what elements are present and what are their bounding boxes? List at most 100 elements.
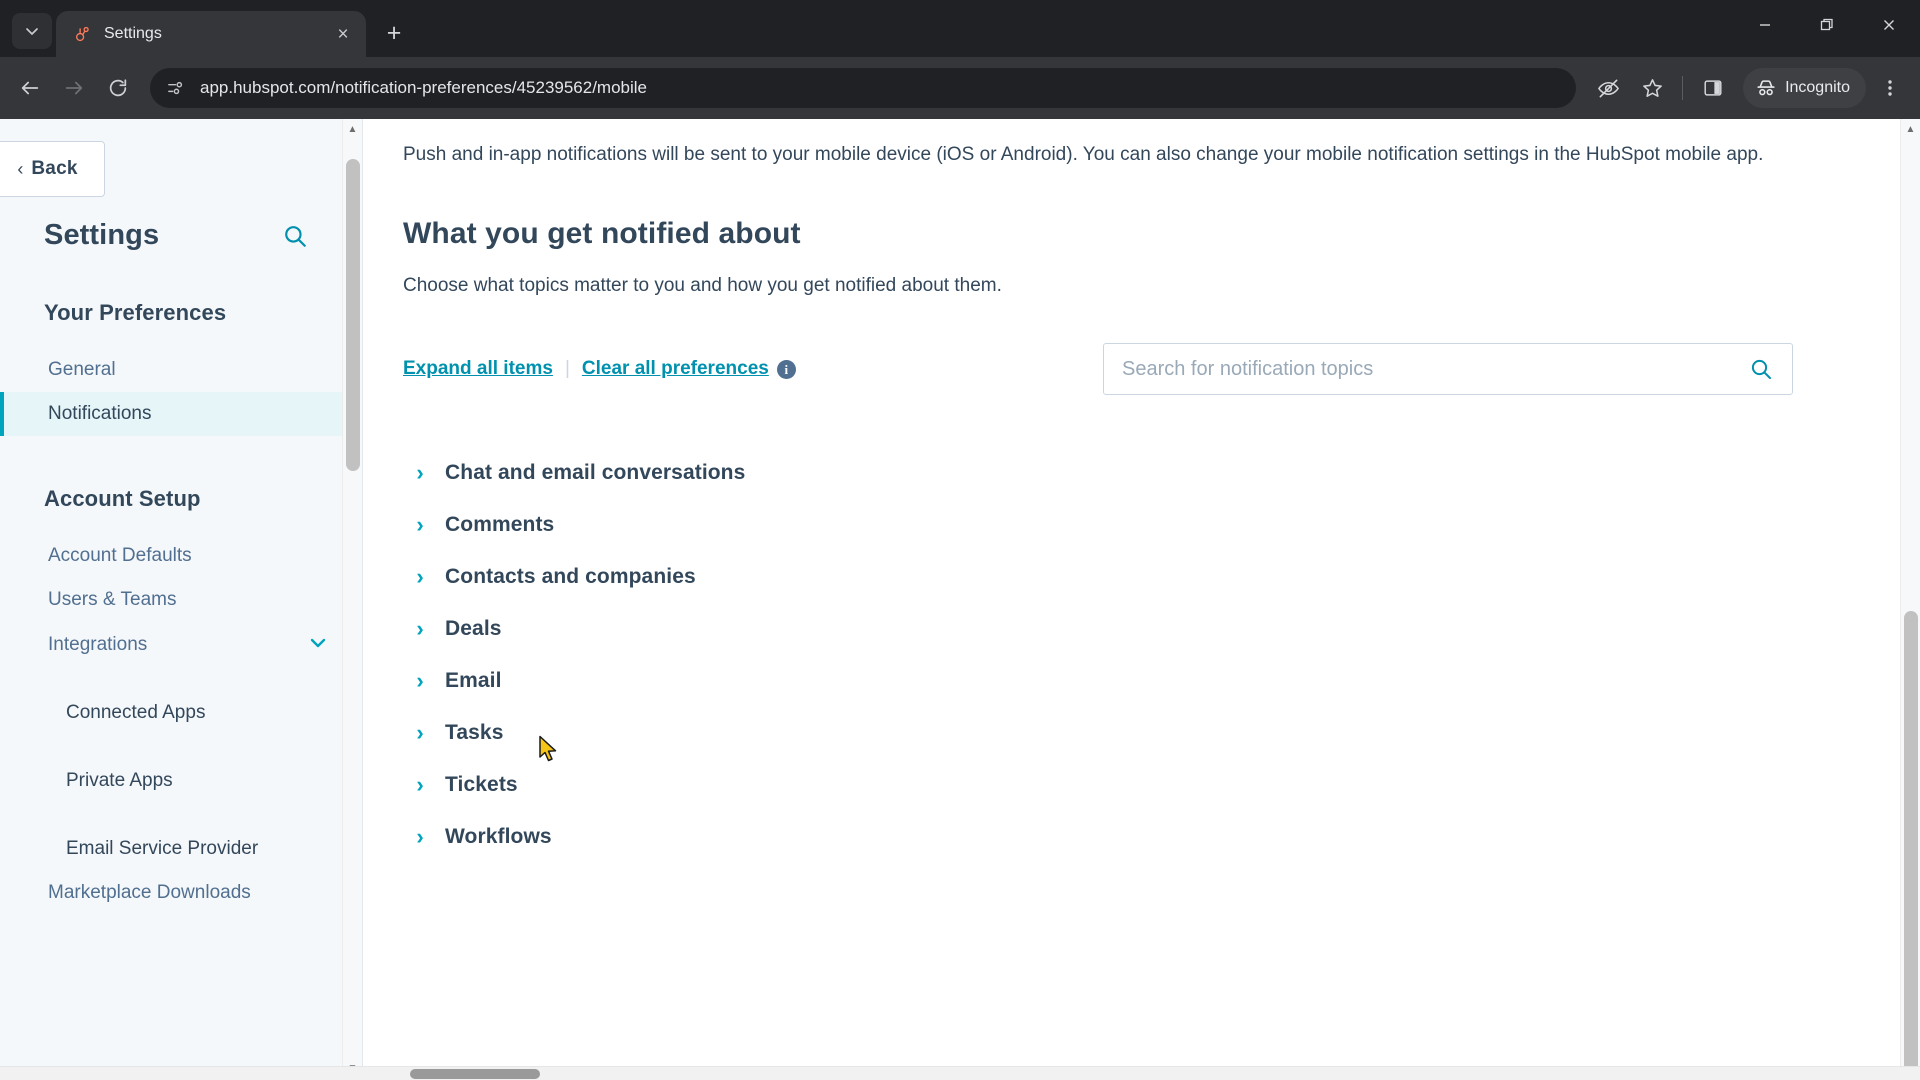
accordion-item-tasks[interactable]: › Tasks (403, 707, 1843, 759)
clear-all-preferences-link[interactable]: Clear all preferences (582, 358, 769, 380)
chevron-right-icon[interactable]: › (411, 670, 429, 692)
sidebar-scroll-track[interactable] (343, 141, 362, 1058)
incognito-label: Incognito (1785, 79, 1850, 97)
accordion-item-email[interactable]: › Email (403, 655, 1843, 707)
accordion-item-deals[interactable]: › Deals (403, 603, 1843, 655)
accordion-item-comments[interactable]: › Comments (403, 499, 1843, 551)
page-scrollbar[interactable]: ▲ (1900, 119, 1920, 1080)
scroll-up-arrow-icon[interactable]: ▲ (348, 119, 358, 141)
sidebar-item-label: Email Service Provider (66, 838, 258, 860)
back-button[interactable]: ‹ Back (0, 141, 105, 197)
search-icon[interactable] (280, 221, 310, 251)
sidebar-item-label: Private Apps (66, 770, 173, 792)
chevron-right-icon[interactable]: › (411, 462, 429, 484)
search-input[interactable] (1122, 358, 1738, 381)
accordion-item-label: Email (445, 669, 502, 693)
intro-paragraph: Push and in-app notifications will be se… (403, 119, 1803, 169)
accordion-item-workflows[interactable]: › Workflows (403, 811, 1843, 863)
chevron-right-icon[interactable]: › (411, 722, 429, 744)
sidebar-item-label: Users & Teams (48, 589, 176, 611)
sidebar-item-label: Notifications (48, 403, 152, 425)
browser-window: Settings × + (0, 0, 1920, 1080)
expand-all-items-link[interactable]: Expand all items (403, 358, 553, 380)
section-subheading: Choose what topics matter to you and how… (403, 275, 1843, 297)
info-icon[interactable]: i (777, 360, 796, 379)
url-text: app.hubspot.com/notification-preferences… (200, 78, 647, 98)
sidebar-item-label: Integrations (48, 634, 147, 656)
reload-icon[interactable] (98, 68, 138, 108)
chevron-right-icon[interactable]: › (411, 826, 429, 848)
sidebar-scrollbar[interactable]: ▲ ▼ (342, 119, 362, 1080)
sidebar-item-integrations[interactable]: Integrations (0, 622, 362, 667)
address-bar[interactable]: app.hubspot.com/notification-preferences… (150, 68, 1576, 108)
new-tab-button[interactable]: + (376, 15, 412, 51)
horizontal-scroll-thumb[interactable] (410, 1069, 540, 1079)
browser-tab[interactable]: Settings × (56, 11, 366, 57)
sidebar-scroll-thumb[interactable] (346, 159, 360, 471)
bulk-action-links: Expand all items | Clear all preferences… (403, 358, 796, 380)
sidebar-item-account-defaults[interactable]: Account Defaults (0, 534, 362, 578)
link-divider: | (565, 358, 570, 380)
accordion-item-label: Comments (445, 513, 554, 537)
main-content: Push and in-app notifications will be se… (363, 119, 1920, 1080)
page-scroll-track[interactable] (1901, 141, 1920, 1080)
window-controls (1734, 0, 1920, 50)
sidebar-item-notifications[interactable]: Notifications (0, 392, 362, 436)
minimize-icon[interactable] (1734, 0, 1796, 50)
chevron-left-icon: ‹ (17, 160, 23, 178)
accordion-item-label: Chat and email conversations (445, 461, 745, 485)
chevron-down-icon[interactable] (308, 633, 328, 656)
nav-group-account-setup: Account Setup Account Defaults Users & T… (0, 486, 362, 915)
main-scroll-area: Push and in-app notifications will be se… (363, 119, 1920, 1080)
accordion-item-chat-and-email-conversations[interactable]: › Chat and email conversations (403, 447, 1843, 499)
scroll-up-arrow-icon[interactable]: ▲ (1906, 119, 1916, 141)
back-nav-icon[interactable] (10, 68, 50, 108)
chevron-right-icon[interactable]: › (411, 514, 429, 536)
chevron-right-icon[interactable]: › (411, 618, 429, 640)
toolbar-divider (1682, 76, 1683, 100)
settings-sidebar: ‹ Back Settings Your Preferences General (0, 119, 363, 1080)
sidebar-item-private-apps[interactable]: Private Apps (0, 759, 362, 803)
sidebar-item-label: Marketplace Downloads (48, 882, 251, 904)
eye-slash-icon[interactable] (1588, 68, 1628, 108)
browser-toolbar: app.hubspot.com/notification-preferences… (0, 57, 1920, 119)
accordion-item-contacts-and-companies[interactable]: › Contacts and companies (403, 551, 1843, 603)
forward-nav-icon[interactable] (54, 68, 94, 108)
star-icon[interactable] (1632, 68, 1672, 108)
close-icon[interactable]: × (330, 21, 356, 47)
sidebar-item-label: Account Defaults (48, 545, 192, 567)
accordion-item-tickets[interactable]: › Tickets (403, 759, 1843, 811)
sidebar-item-general[interactable]: General (0, 348, 362, 392)
topic-search-box[interactable] (1103, 343, 1793, 395)
sidebar-item-label: Connected Apps (66, 702, 205, 724)
sidebar-item-email-service-provider[interactable]: Email Service Provider (0, 827, 362, 871)
accordion-item-label: Tasks (445, 721, 504, 745)
sidebar-item-marketplace-downloads[interactable]: Marketplace Downloads (0, 871, 362, 915)
page-scroll-thumb[interactable] (1904, 611, 1918, 1080)
tab-strip: Settings × + (0, 0, 1920, 57)
tab-search-button[interactable] (12, 13, 52, 49)
accordion-item-label: Deals (445, 617, 502, 641)
search-icon[interactable] (1748, 356, 1774, 382)
section-heading: What you get notified about (403, 217, 1843, 251)
close-window-icon[interactable] (1858, 0, 1920, 50)
three-dot-menu-icon[interactable] (1870, 68, 1910, 108)
accordion-item-label: Tickets (445, 773, 518, 797)
chevron-right-icon[interactable]: › (411, 774, 429, 796)
side-panel-icon[interactable] (1693, 68, 1733, 108)
incognito-badge[interactable]: Incognito (1743, 68, 1866, 108)
chevron-right-icon[interactable]: › (411, 566, 429, 588)
actions-row: Expand all items | Clear all preferences… (403, 343, 1843, 395)
notification-preferences-panel: Push and in-app notifications will be se… (363, 119, 1843, 863)
sidebar-item-label: General (48, 359, 116, 381)
accordion-item-label: Workflows (445, 825, 552, 849)
nav-group-your-preferences: Your Preferences General Notifications (0, 300, 362, 436)
sidebar-item-connected-apps[interactable]: Connected Apps (0, 691, 362, 735)
restore-icon[interactable] (1796, 0, 1858, 50)
page-info-icon[interactable] (162, 75, 188, 101)
sidebar-item-users-teams[interactable]: Users & Teams (0, 578, 362, 622)
page-viewport: ‹ Back Settings Your Preferences General (0, 119, 1920, 1080)
horizontal-scrollbar[interactable] (0, 1066, 1920, 1080)
sidebar-content: ‹ Back Settings Your Preferences General (0, 119, 362, 1080)
incognito-hat-icon (1755, 77, 1777, 99)
